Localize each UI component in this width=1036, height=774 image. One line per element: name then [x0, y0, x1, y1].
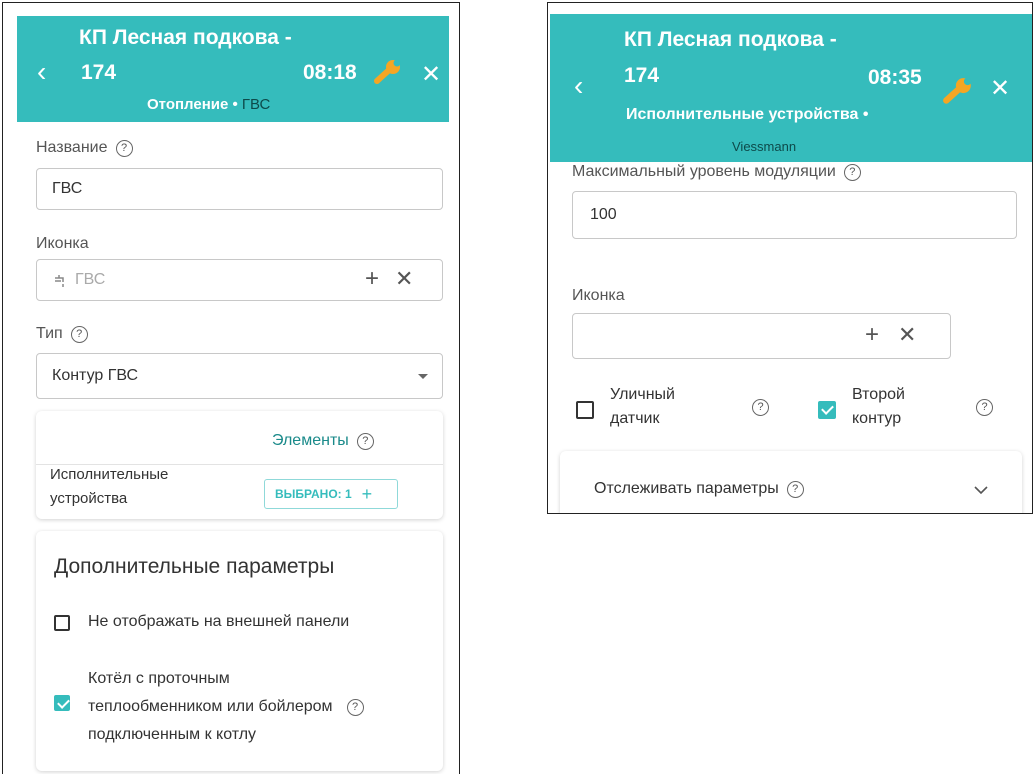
- name-label-text: Название: [36, 139, 108, 156]
- wrench-icon[interactable]: [373, 58, 403, 88]
- header-breadcrumb-current: Viessmann: [732, 139, 797, 154]
- type-label-text: Тип: [36, 325, 63, 342]
- elements-card: Элементы? Исполнительные устройства ВЫБР…: [36, 411, 443, 519]
- track-params-label: Отслеживать параметры?: [594, 477, 804, 501]
- icon-value: ГВС: [75, 271, 106, 288]
- boiler-label-line1: Котёл с проточным: [88, 670, 230, 687]
- back-icon[interactable]: ‹: [37, 56, 46, 88]
- boiler-checkbox[interactable]: [54, 695, 70, 711]
- name-input[interactable]: ГВС: [36, 168, 443, 210]
- breadcrumb-parent[interactable]: Отопление •: [147, 96, 242, 113]
- wrench-icon[interactable]: [942, 76, 974, 108]
- boiler-label: Котёл с проточным теплообменником или бо…: [88, 665, 364, 749]
- elements-title-text: Элементы: [272, 432, 349, 449]
- faucet-icon: [55, 275, 64, 287]
- header-title: КП Лесная подкова -: [624, 28, 837, 51]
- name-label: Название?: [36, 139, 133, 157]
- icon-label: Иконка: [36, 235, 89, 252]
- chevron-down-icon[interactable]: [974, 486, 988, 495]
- help-icon[interactable]: ?: [843, 164, 861, 181]
- track-params-label-text: Отслеживать параметры: [594, 480, 779, 497]
- help-icon[interactable]: ?: [115, 140, 133, 157]
- help-icon[interactable]: ?: [976, 399, 993, 416]
- header-breadcrumb[interactable]: Исполнительные устройства •: [626, 106, 868, 124]
- modulation-value: 100: [590, 206, 617, 223]
- executors-label-line1: Исполнительные: [50, 466, 169, 483]
- left-panel: КП Лесная подкова - ‹ 174 08:18 ✕ Отопле…: [2, 2, 460, 774]
- hide-on-panel-label: Не отображать на внешней панели: [88, 613, 350, 630]
- elements-title: Элементы?: [272, 429, 374, 453]
- type-value: Контур ГВС: [52, 367, 139, 384]
- back-icon[interactable]: ‹: [574, 70, 583, 102]
- hide-on-panel-checkbox[interactable]: [54, 615, 70, 631]
- help-icon[interactable]: ?: [356, 433, 374, 450]
- add-icon[interactable]: +: [365, 265, 379, 293]
- clear-icon[interactable]: ✕: [395, 266, 413, 292]
- track-params-card[interactable]: Отслеживать параметры?: [560, 451, 1022, 513]
- boiler-label-line2: теплообменником или бойлером?: [88, 693, 364, 721]
- breadcrumb-current: ГВС: [241, 96, 271, 113]
- street-sensor-checkbox[interactable]: [576, 401, 594, 419]
- chevron-down-icon: [418, 374, 428, 379]
- extra-params-card: Дополнительные параметры Не отображать н…: [36, 531, 443, 771]
- close-icon[interactable]: ✕: [421, 60, 441, 89]
- clear-icon[interactable]: ✕: [898, 322, 916, 348]
- name-value: ГВС: [52, 180, 83, 197]
- right-panel: КП Лесная подкова - ‹ 174 08:35 ✕ Исполн…: [547, 2, 1033, 514]
- executors-label: Исполнительные устройства: [50, 463, 168, 511]
- icon-select[interactable]: ГВС + ✕: [36, 259, 443, 301]
- second-circuit-label: Второй контур: [852, 383, 905, 431]
- header-number: 174: [624, 64, 660, 87]
- modulation-label: Максимальный уровень модуляции?: [572, 163, 861, 181]
- executors-label-line2: устройства: [50, 490, 128, 507]
- add-icon[interactable]: +: [865, 321, 879, 349]
- close-icon[interactable]: ✕: [990, 74, 1010, 103]
- help-icon[interactable]: ?: [752, 399, 769, 416]
- street-sensor-line1: Уличный: [610, 386, 675, 403]
- street-sensor-label: Уличный датчик: [610, 383, 675, 431]
- second-circuit-line1: Второй: [852, 386, 905, 403]
- help-icon[interactable]: ?: [70, 326, 88, 343]
- header-breadcrumb: Отопление • ГВС: [147, 96, 270, 113]
- modulation-label-text: Максимальный уровень модуляции: [572, 163, 836, 180]
- second-circuit-line2: контур: [852, 410, 902, 427]
- header-time: 08:18: [303, 61, 357, 84]
- left-header: КП Лесная подкова - ‹ 174 08:18 ✕ Отопле…: [17, 16, 449, 122]
- icon-label: Иконка: [572, 287, 625, 304]
- header-title: КП Лесная подкова -: [79, 26, 292, 49]
- header-time: 08:35: [868, 66, 922, 89]
- add-icon[interactable]: +: [362, 484, 373, 504]
- selected-chip-label: ВЫБРАНО: 1: [275, 487, 352, 501]
- help-icon[interactable]: ?: [346, 699, 364, 716]
- header-number: 174: [81, 61, 117, 84]
- selected-chip[interactable]: ВЫБРАНО: 1 +: [264, 479, 398, 509]
- icon-select[interactable]: + ✕: [572, 313, 951, 359]
- type-label: Тип?: [36, 325, 88, 343]
- second-circuit-checkbox[interactable]: [818, 401, 836, 419]
- boiler-label-line3: подключенным к котлу: [88, 726, 257, 743]
- boiler-label-line2-text: теплообменником или бойлером: [88, 698, 333, 715]
- type-select[interactable]: Контур ГВС: [36, 353, 443, 399]
- extra-params-title: Дополнительные параметры: [54, 555, 335, 578]
- help-icon[interactable]: ?: [786, 481, 804, 498]
- modulation-input[interactable]: 100: [572, 191, 1017, 239]
- right-header: КП Лесная подкова - ‹ 174 08:35 ✕ Исполн…: [550, 14, 1032, 162]
- street-sensor-line2: датчик: [610, 410, 660, 427]
